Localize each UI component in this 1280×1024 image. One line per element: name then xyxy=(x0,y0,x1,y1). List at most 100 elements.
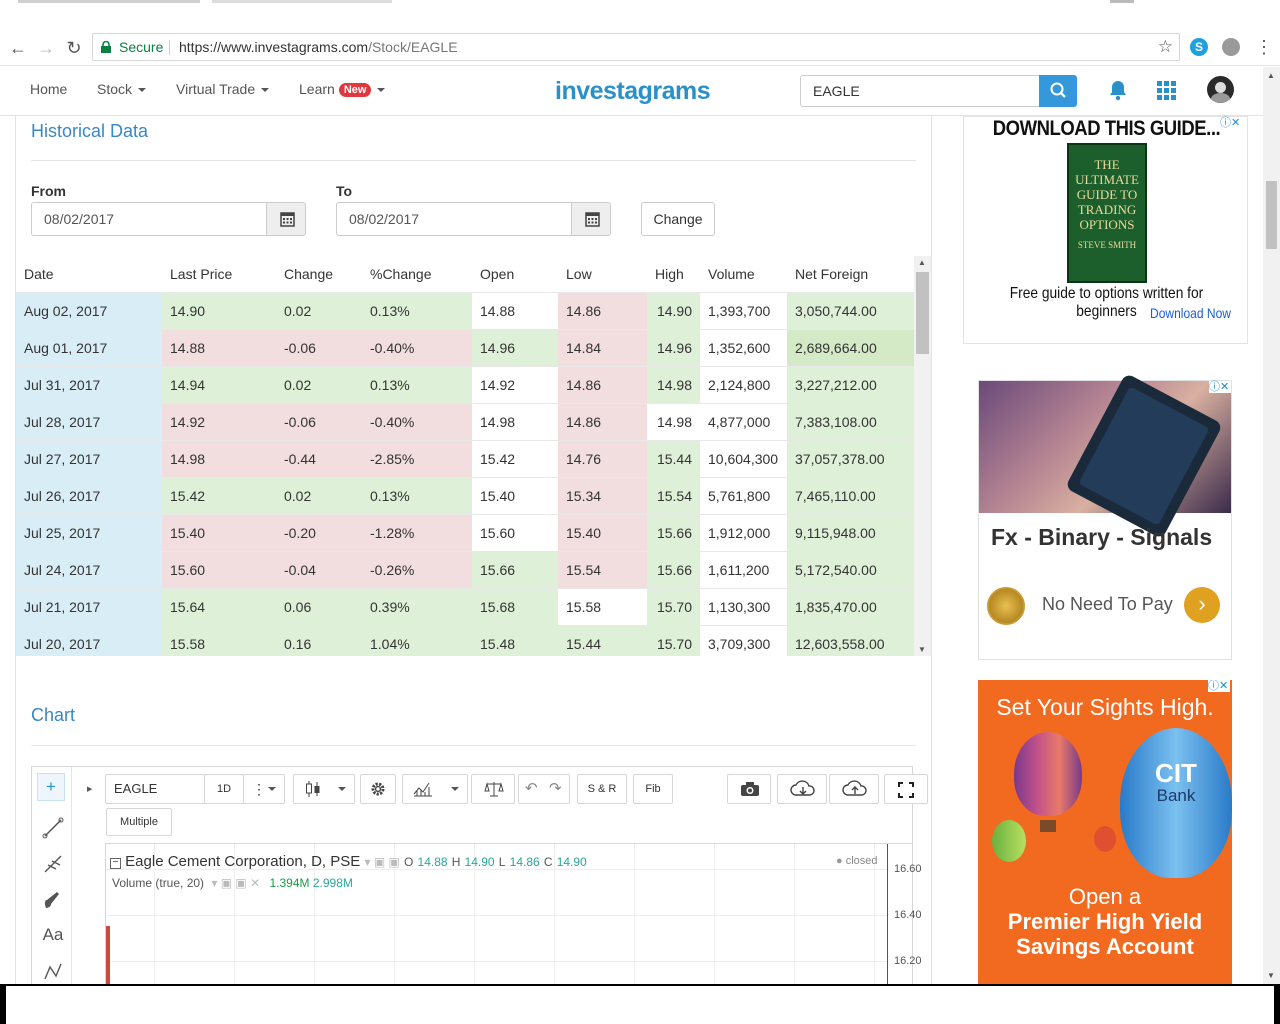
extension-icon[interactable] xyxy=(1222,38,1240,56)
support-resistance-button[interactable]: S & R xyxy=(577,774,627,804)
skype-extension-icon[interactable]: S xyxy=(1190,38,1208,56)
user-avatar[interactable] xyxy=(1207,76,1234,103)
nav-learn[interactable]: Learn New xyxy=(299,81,386,97)
collapse-icon[interactable]: − xyxy=(110,858,121,869)
table-cell: 15.64 xyxy=(162,589,276,626)
table-cell: Jul 27, 2017 xyxy=(16,441,162,478)
calendar-icon xyxy=(280,212,295,227)
compare-button[interactable] xyxy=(471,774,515,804)
scroll-up-icon[interactable]: ▲ xyxy=(918,258,926,267)
table-cell: 2,124,800 xyxy=(700,367,787,404)
bell-icon[interactable] xyxy=(1108,79,1128,101)
table-cell: 14.86 xyxy=(558,404,647,441)
cit-bank-ad[interactable]: ⓘ✕ Set Your Sights High. CIT Bank Open a… xyxy=(978,680,1232,984)
legend-options-icons[interactable]: ▾ ▣ ▣ xyxy=(364,855,399,869)
chevron-right-icon[interactable]: › xyxy=(1184,587,1220,623)
indicators-button[interactable] xyxy=(402,774,468,804)
crosshair-icon[interactable]: + xyxy=(37,773,65,801)
table-row[interactable]: Aug 01, 2017 14.88 -0.06 -0.40% 14.96 14.84 14… xyxy=(16,329,914,367)
to-date-input[interactable]: 08/02/2017 xyxy=(336,202,572,236)
table-row[interactable]: Jul 20, 2017 15.58 0.16 1.04% 15.48 15.44 15.7… xyxy=(16,625,914,656)
fib-button[interactable]: Fib xyxy=(633,774,673,804)
options-guide-ad[interactable]: ⓘ✕ DOWNLOAD THIS GUIDE... THE ULTIMATE G… xyxy=(963,116,1248,344)
legend-symbol-name: Eagle Cement Corporation, D, PSE xyxy=(125,853,361,870)
stock-search-input[interactable]: EAGLE xyxy=(800,75,1040,107)
table-row[interactable]: Jul 31, 2017 14.94 0.02 0.13% 14.92 14.86 14.9… xyxy=(16,366,914,404)
table-row[interactable]: Aug 02, 2017 14.90 0.02 0.13% 14.88 14.86 14.9… xyxy=(16,292,914,330)
back-arrow-icon[interactable]: ← xyxy=(6,36,30,60)
to-calendar-button[interactable] xyxy=(571,202,611,236)
chart-style-button[interactable] xyxy=(293,774,355,804)
table-row[interactable]: Jul 27, 2017 14.98 -0.44 -2.85% 15.42 14.76 15… xyxy=(16,440,914,478)
settings-button[interactable] xyxy=(360,774,396,804)
brush-icon[interactable] xyxy=(42,889,64,911)
ad-close-icon[interactable]: ⓘ✕ xyxy=(1208,680,1230,692)
multiple-button[interactable]: Multiple xyxy=(106,808,172,836)
text-tool-icon[interactable]: Aa xyxy=(42,925,64,947)
table-row[interactable]: Jul 24, 2017 15.60 -0.04 -0.26% 15.66 15.54 15… xyxy=(16,551,914,589)
pattern-icon[interactable] xyxy=(42,961,64,983)
chart-plot-area[interactable]: 16.60 16.40 16.20 − Eagle Cement Corpora… xyxy=(105,843,922,986)
table-row[interactable]: Jul 25, 2017 15.40 -0.20 -1.28% 15.60 15.40 15… xyxy=(16,514,914,552)
table-cell: 0.13% xyxy=(362,478,472,515)
from-date-input[interactable]: 08/02/2017 xyxy=(31,202,267,236)
nav-stock[interactable]: Stock xyxy=(97,81,147,97)
table-scrollbar-thumb[interactable] xyxy=(916,272,929,354)
table-row[interactable]: Jul 28, 2017 14.92 -0.06 -0.40% 14.98 14.86 14… xyxy=(16,403,914,441)
snapshot-button[interactable] xyxy=(727,774,771,804)
more-menu-button[interactable]: ⋮ xyxy=(243,774,285,804)
forward-arrow-icon[interactable]: → xyxy=(34,36,58,60)
search-button[interactable] xyxy=(1039,75,1077,107)
reload-icon[interactable]: ↻ xyxy=(62,36,86,60)
save-chart-button[interactable] xyxy=(829,774,879,804)
address-bar[interactable]: Secure https://www.investagrams.com/Stoc… xyxy=(92,33,1180,61)
scrollbar-thumb[interactable] xyxy=(1266,181,1277,249)
table-cell: 15.60 xyxy=(472,515,558,552)
from-calendar-button[interactable] xyxy=(266,202,306,236)
table-cell: -0.06 xyxy=(276,404,362,441)
scroll-down-icon[interactable]: ▼ xyxy=(918,645,926,654)
table-row[interactable]: Jul 21, 2017 15.64 0.06 0.39% 15.68 15.58 15.7… xyxy=(16,588,914,626)
table-scrollbar[interactable]: ▲ ▼ xyxy=(914,256,931,656)
browser-menu-icon[interactable]: ⋮ xyxy=(1254,36,1274,58)
apps-grid-icon[interactable] xyxy=(1157,81,1176,100)
browser-tab[interactable] xyxy=(1110,0,1134,3)
fullscreen-button[interactable] xyxy=(884,774,928,804)
undo-icon[interactable]: ↶ xyxy=(525,775,538,803)
scroll-up-icon[interactable]: ▲ xyxy=(1267,71,1275,80)
table-cell: 0.13% xyxy=(362,293,472,330)
legend-options-icons[interactable]: ▾ ▣ ▣ ✕ xyxy=(211,876,260,890)
balloon-image xyxy=(1014,732,1082,816)
interval-button[interactable]: 1D xyxy=(204,774,244,804)
expand-arrow-icon[interactable]: ▶ xyxy=(87,785,92,793)
download-now-link[interactable]: Download Now xyxy=(1150,305,1231,321)
ad-close-icon[interactable]: ⓘ✕ xyxy=(1209,381,1231,393)
table-cell: 1,835,470.00 xyxy=(787,589,914,626)
load-chart-button[interactable] xyxy=(777,774,827,804)
scroll-down-icon[interactable]: ▼ xyxy=(1267,971,1275,980)
camera-icon xyxy=(741,782,759,796)
nav-virtual-trade[interactable]: Virtual Trade xyxy=(176,81,270,97)
nav-home[interactable]: Home xyxy=(30,81,67,97)
table-cell: 15.70 xyxy=(647,589,700,626)
browser-tab[interactable] xyxy=(18,0,200,3)
trend-line-icon[interactable] xyxy=(42,817,64,839)
table-cell: Jul 31, 2017 xyxy=(16,367,162,404)
table-cell: 14.98 xyxy=(647,367,700,404)
symbol-input[interactable]: EAGLE xyxy=(105,774,205,804)
table-cell: 15.34 xyxy=(558,478,647,515)
browser-tab[interactable] xyxy=(212,0,392,3)
bookmark-star-icon[interactable]: ☆ xyxy=(1158,34,1173,60)
bottom-frame xyxy=(0,984,1280,1024)
page-scrollbar[interactable]: ▲ ▼ xyxy=(1263,67,1280,984)
fx-signals-ad[interactable]: ⓘ✕ Fx - Binary - Signals No Need To Pay … xyxy=(978,372,1232,660)
table-cell: 15.44 xyxy=(558,626,647,656)
pitchfork-icon[interactable] xyxy=(42,853,64,875)
investagrams-logo[interactable]: investagrams xyxy=(555,77,711,106)
change-button[interactable]: Change xyxy=(641,202,715,236)
balloon-image xyxy=(992,820,1026,862)
price-axis-label: 16.60 xyxy=(894,863,922,875)
table-row[interactable]: Jul 26, 2017 15.42 0.02 0.13% 15.40 15.34 15.5… xyxy=(16,477,914,515)
site-navbar: Home Stock Virtual Trade Learn New invest… xyxy=(0,67,1268,116)
redo-icon[interactable]: ↷ xyxy=(549,775,562,803)
